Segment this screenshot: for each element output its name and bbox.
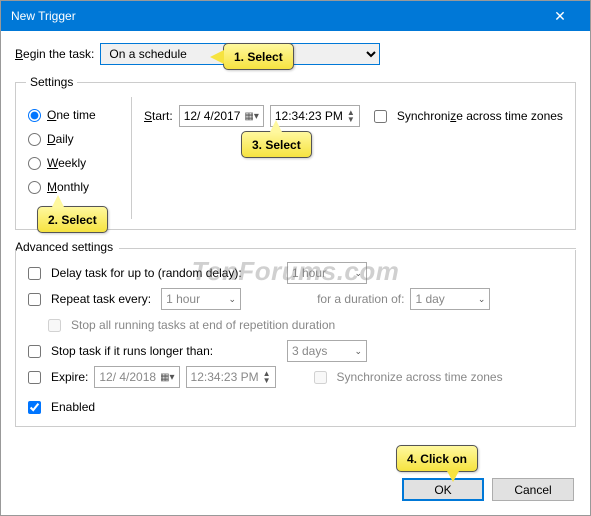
recurrence-radios: One time Daily Weekly Monthly (26, 97, 131, 219)
radio-one-time[interactable]: One time (26, 103, 131, 127)
expire-time-input: 12:34:23 PM▲▼ (186, 366, 276, 388)
time-spinner-icon: ▲▼ (263, 370, 271, 384)
duration-label: for a duration of: (317, 292, 404, 306)
time-spinner-icon[interactable]: ▲▼ (347, 109, 355, 123)
repeat-label: Repeat task every: (51, 292, 151, 306)
delay-value-select: 1 hour⌄ (287, 262, 367, 284)
window-title: New Trigger (11, 9, 76, 23)
expire-checkbox[interactable] (28, 371, 41, 384)
sync-timezones-label: Synchronize across time zones (397, 109, 563, 123)
cancel-button[interactable]: Cancel (492, 478, 574, 501)
repeat-checkbox[interactable] (28, 293, 41, 306)
radio-monthly[interactable]: Monthly (26, 175, 131, 199)
stop-all-label: Stop all running tasks at end of repetit… (71, 318, 335, 332)
settings-legend: Settings (26, 75, 77, 89)
radio-daily[interactable]: Daily (26, 127, 131, 151)
enabled-label: Enabled (51, 400, 95, 414)
annotation-2: 2. Select (37, 206, 108, 233)
delay-label: Delay task for up to (random delay): (51, 266, 281, 280)
chevron-down-icon: ⌄ (354, 346, 362, 357)
close-icon[interactable]: ✕ (540, 1, 580, 31)
chevron-down-icon: ⌄ (229, 294, 237, 305)
expire-sync-checkbox: Synchronize across time zones (312, 364, 503, 390)
annotation-4: 4. Click on (396, 445, 478, 472)
stop-long-value-select: 3 days⌄ (287, 340, 367, 362)
stop-long-label: Stop task if it runs longer than: (51, 344, 281, 358)
stop-all-checkbox (48, 319, 61, 332)
calendar-icon: ▦▾ (244, 111, 258, 122)
sync-timezones-checkbox[interactable]: Synchronize across time zones (372, 103, 563, 129)
delay-checkbox[interactable] (28, 267, 41, 280)
begin-task-label: Begin the task: (15, 47, 94, 61)
annotation-1: 1. Select (223, 43, 294, 70)
start-label: Start: (144, 109, 173, 123)
expire-date-input: 12/ 4/2018▦▾ (94, 366, 179, 388)
calendar-icon: ▦▾ (160, 372, 174, 383)
expire-label: Expire: (51, 370, 88, 384)
titlebar: New Trigger ✕ (1, 1, 590, 31)
repeat-value-select: 1 hour⌄ (161, 288, 241, 310)
duration-value-select: 1 day⌄ (410, 288, 490, 310)
ok-button[interactable]: OK (402, 478, 484, 501)
enabled-checkbox[interactable] (28, 401, 41, 414)
start-date-input[interactable]: 12/ 4/2017▦▾ (179, 105, 264, 127)
chevron-down-icon: ⌄ (354, 268, 362, 279)
advanced-group: Delay task for up to (random delay): 1 h… (15, 250, 576, 427)
stop-long-checkbox[interactable] (28, 345, 41, 358)
start-time-input[interactable]: 12:34:23 PM▲▼ (270, 105, 360, 127)
chevron-down-icon: ⌄ (478, 294, 486, 305)
radio-weekly[interactable]: Weekly (26, 151, 131, 175)
annotation-3: 3. Select (241, 131, 312, 158)
